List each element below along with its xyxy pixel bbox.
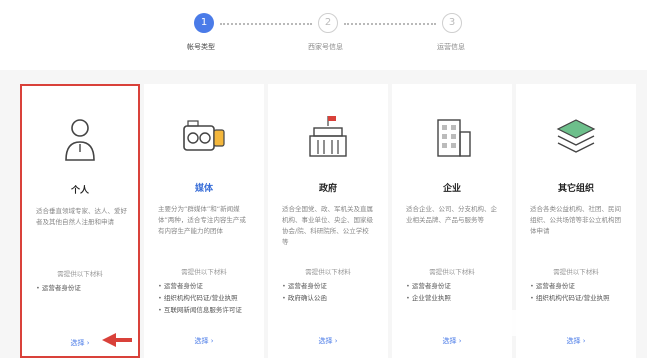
requirements-title: 需提供以下材料 (305, 268, 351, 276)
select-button[interactable]: 选择 › (516, 336, 636, 346)
requirements-list: 运营者身份证 政府确认公函 (282, 280, 382, 304)
card-personal[interactable]: 个人 适合垂直领域专家、达人、爱好者及其他自然人注册和申请 需提供以下材料 运营… (20, 84, 140, 358)
card-media[interactable]: 媒体 主要分为“群媒体”和“新闻媒体”两种，适合专注内容生产或有内容生产能力的团… (144, 84, 264, 358)
requirement-item: 运营者身份证 (282, 280, 382, 292)
red-arrow-icon (102, 333, 132, 347)
card-description: 适合各类公益机构、社团、民间组织、公共场馆等非公立机构团体申请 (530, 205, 621, 235)
step-indicator: 1 2 3 帐号类型 西家号信息 运营信息 (0, 0, 647, 70)
step-2-circle: 2 (318, 13, 338, 33)
select-button[interactable]: 选择 › (144, 336, 264, 346)
step-1-circle: 1 (194, 13, 214, 33)
requirements-title: 需提供以下材料 (181, 268, 227, 276)
stack-layers-icon (516, 110, 636, 166)
requirements-title: 需提供以下材料 (553, 268, 599, 276)
step-1-label: 帐号类型 (187, 43, 215, 51)
card-title: 政府 (318, 184, 337, 194)
enterprise-building-icon (392, 110, 512, 166)
requirements-title: 需提供以下材料 (57, 270, 103, 278)
requirement-item: 企业营业执照 (406, 292, 506, 304)
requirements-list: 运营者身份证 组织机构代码证/营业执照 互联网新闻信息服务许可证 (158, 280, 258, 316)
requirements-list: 运营者身份证 (36, 282, 136, 294)
requirement-item: 互联网新闻信息服务许可证 (158, 304, 258, 316)
requirements-list: 运营者身份证 企业营业执照 (406, 280, 506, 304)
step-3-label: 运营信息 (437, 43, 465, 51)
watermark-overlay (480, 310, 630, 336)
requirement-item: 组织机构代码证/营业执照 (158, 292, 258, 304)
step-3-circle: 3 (442, 13, 462, 33)
card-title: 个人 (70, 186, 89, 196)
requirement-item: 运营者身份证 (530, 280, 630, 292)
card-title: 媒体 (194, 184, 213, 194)
requirement-item: 运营者身份证 (406, 280, 506, 292)
card-description: 适合垂直领域专家、达人、爱好者及其他自然人注册和申请 (36, 207, 127, 226)
card-description: 适合全国党、政、军机关及直属机构、事业单位、央企、国家级协会/院、科研院所、公立… (282, 205, 373, 246)
card-government[interactable]: 政府 适合全国党、政、军机关及直属机构、事业单位、央企、国家级协会/院、科研院所… (268, 84, 388, 358)
requirements-list: 运营者身份证 组织机构代码证/营业执照 (530, 280, 630, 304)
step-2-label: 西家号信息 (308, 43, 343, 51)
requirement-item: 运营者身份证 (158, 280, 258, 292)
government-building-icon (268, 110, 388, 166)
requirement-item: 政府确认公函 (282, 292, 382, 304)
card-title: 其它组织 (557, 184, 594, 194)
camera-icon (144, 110, 264, 166)
step-divider (220, 23, 312, 25)
select-button[interactable]: 选择 › (392, 336, 512, 346)
step-divider (344, 23, 436, 25)
card-title: 企业 (442, 184, 461, 194)
person-icon (22, 112, 138, 168)
select-button[interactable]: 选择 › (268, 336, 388, 346)
card-description: 适合企业、公司、分支机构、企业相关品牌、产品与服务等 (406, 205, 497, 224)
requirement-item: 组织机构代码证/营业执照 (530, 292, 630, 304)
requirements-title: 需提供以下材料 (429, 268, 475, 276)
card-description: 主要分为“群媒体”和“新闻媒体”两种，适合专注内容生产或有内容生产能力的团体 (158, 205, 246, 235)
requirement-item: 运营者身份证 (36, 282, 136, 294)
